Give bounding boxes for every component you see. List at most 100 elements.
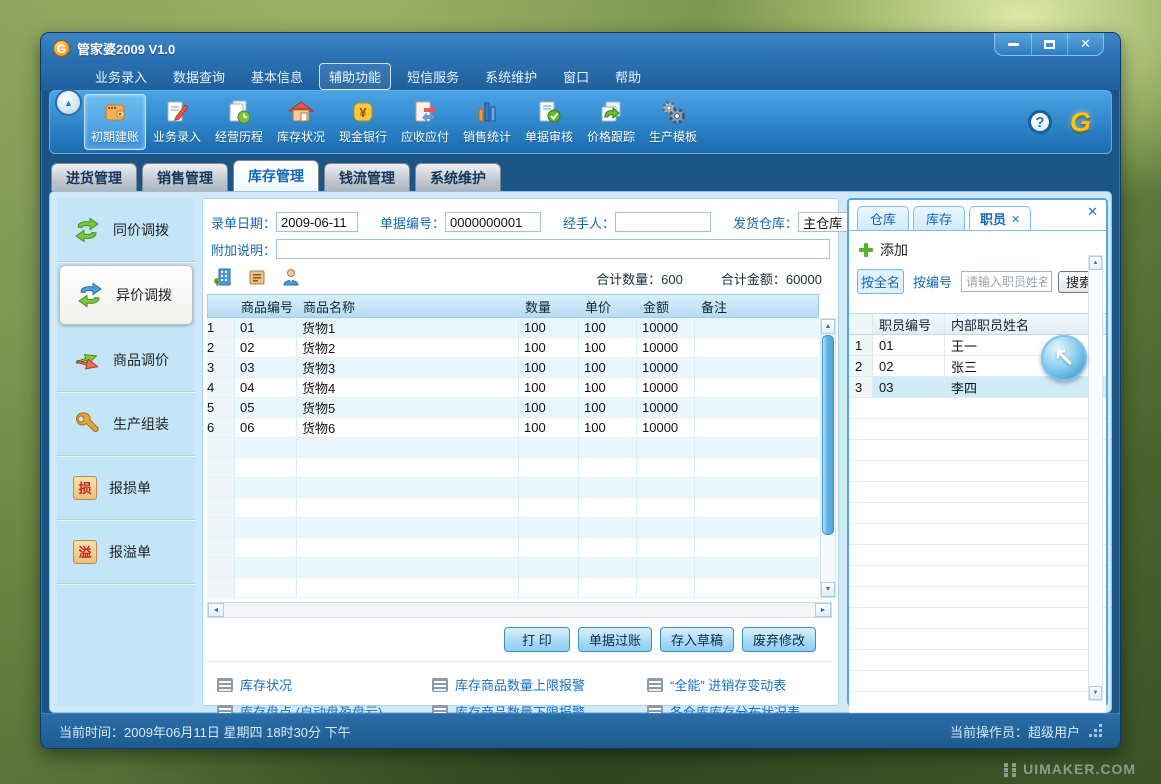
sidebar-item-same-price-transfer[interactable]: 同价调拨 bbox=[57, 198, 195, 262]
sidebar-item-production-assembly[interactable]: 生产组装 bbox=[57, 392, 195, 456]
collapse-toolbar-button[interactable] bbox=[55, 89, 82, 116]
table-row[interactable]: 505货物510010010000 bbox=[207, 398, 819, 418]
vertical-scrollbar[interactable] bbox=[820, 318, 836, 598]
link-omnipotent-report[interactable]: “全能” 进销存变动表 bbox=[647, 675, 830, 694]
employee-scrollbar[interactable] bbox=[1088, 255, 1103, 701]
filter-by-fullname[interactable]: 按全名 bbox=[857, 269, 904, 294]
operator-value: 超级用户 bbox=[1028, 722, 1080, 741]
sidebar-item-diff-price-transfer[interactable]: 异价调拨 bbox=[59, 265, 193, 325]
note-input[interactable] bbox=[276, 239, 830, 259]
tool-cash-bank[interactable]: ¥ 现金银行 bbox=[332, 94, 394, 150]
menu-system-maintenance[interactable]: 系统维护 bbox=[475, 63, 547, 90]
scrollbar-thumb[interactable] bbox=[822, 335, 834, 535]
tab-inventory[interactable]: 库存管理 bbox=[233, 160, 319, 191]
employee-icon[interactable] bbox=[281, 267, 301, 287]
brand-logo-icon: G bbox=[1070, 107, 1091, 138]
sidebar-item-price-adjust[interactable]: 商品调价 bbox=[57, 328, 195, 392]
tab-maintenance[interactable]: 系统维护 bbox=[415, 163, 501, 191]
link-upper-limit-alert[interactable]: 库存商品数量上限报警 bbox=[432, 675, 647, 694]
document-check-icon bbox=[536, 99, 562, 125]
current-time-label: 当前时间： bbox=[59, 725, 124, 740]
price-tracking-icon bbox=[598, 99, 624, 125]
horizontal-scrollbar[interactable] bbox=[207, 602, 832, 618]
tab-sales[interactable]: 销售管理 bbox=[142, 163, 228, 191]
operator-label: 当前操作员： bbox=[950, 722, 1028, 741]
menu-auxiliary[interactable]: 辅助功能 bbox=[319, 63, 391, 90]
sidebar-item-overflow-report[interactable]: 溢 报溢单 bbox=[57, 520, 195, 584]
close-icon bbox=[1080, 35, 1091, 53]
table-row[interactable]: 101货物110010010000 bbox=[207, 318, 819, 338]
tool-sales-statistics[interactable]: 销售统计 bbox=[456, 94, 518, 150]
table-row[interactable]: 303货物310010010000 bbox=[207, 358, 819, 378]
menu-help[interactable]: 帮助 bbox=[605, 63, 651, 90]
loss-box-icon: 损 bbox=[73, 476, 97, 500]
close-button[interactable] bbox=[1067, 33, 1103, 55]
tab-cashflow[interactable]: 钱流管理 bbox=[324, 163, 410, 191]
uimaker-logo-icon bbox=[1004, 763, 1017, 776]
tool-inventory-status[interactable]: 库存状况 bbox=[270, 94, 332, 150]
report-icon bbox=[217, 678, 233, 692]
table-empty-row bbox=[207, 438, 819, 458]
tool-business-history[interactable]: 经营历程 bbox=[208, 94, 270, 150]
post-document-button[interactable]: 单据过账 bbox=[578, 627, 652, 652]
menu-window[interactable]: 窗口 bbox=[553, 63, 599, 90]
save-draft-button[interactable]: 存入草稿 bbox=[660, 627, 734, 652]
resize-grip[interactable] bbox=[1090, 725, 1102, 737]
add-row[interactable]: 添加 bbox=[849, 231, 1106, 267]
col-product-name: 商品名称 bbox=[298, 297, 520, 316]
tool-initial-setup[interactable]: 初期建账 bbox=[84, 94, 146, 150]
scroll-up-icon[interactable] bbox=[1089, 256, 1102, 270]
employee-empty-row bbox=[849, 587, 1106, 608]
help-button[interactable] bbox=[1028, 110, 1052, 134]
tool-document-audit[interactable]: 单据审核 bbox=[518, 94, 580, 150]
title-bar: G 管家婆2009 V1.0 bbox=[41, 33, 1120, 63]
employee-empty-row bbox=[849, 671, 1106, 692]
table-row[interactable]: 606货物610010010000 bbox=[207, 418, 819, 438]
menu-data-query[interactable]: 数据查询 bbox=[163, 63, 235, 90]
table-row[interactable]: 404货物410010010000 bbox=[207, 378, 819, 398]
lookup-body: 添加 按全名 按编号 搜索 职员编号 内部职员姓名 101王一 bbox=[849, 230, 1106, 704]
tab-purchase[interactable]: 进货管理 bbox=[51, 163, 137, 191]
tool-label: 经营历程 bbox=[215, 128, 263, 145]
tool-price-tracking[interactable]: 价格跟踪 bbox=[580, 94, 642, 150]
table-row[interactable]: 202货物210010010000 bbox=[207, 338, 819, 358]
scroll-up-icon[interactable] bbox=[821, 319, 835, 334]
panel-close-icon[interactable] bbox=[1087, 204, 1098, 220]
tab-stock[interactable]: 库存 bbox=[913, 206, 965, 230]
link-inventory-status[interactable]: 库存状况 bbox=[217, 675, 432, 694]
tab-employee[interactable]: 职员 bbox=[969, 206, 1031, 230]
minimize-button[interactable] bbox=[995, 33, 1031, 55]
stock-box-icon[interactable] bbox=[247, 267, 267, 287]
number-input[interactable] bbox=[445, 212, 541, 232]
total-qty: 合计数量：600 bbox=[596, 269, 683, 288]
scroll-down-icon[interactable] bbox=[821, 582, 835, 597]
table-empty-row bbox=[207, 518, 819, 538]
warehouse-building-icon[interactable] bbox=[213, 267, 233, 287]
tool-business-entry[interactable]: 业务录入 bbox=[146, 94, 208, 150]
discard-changes-button[interactable]: 废弃修改 bbox=[742, 627, 816, 652]
scroll-down-icon[interactable] bbox=[1089, 686, 1102, 700]
links-divider bbox=[207, 661, 832, 662]
filter-by-code[interactable]: 按编号 bbox=[910, 270, 955, 293]
wallet-icon bbox=[102, 99, 128, 125]
employee-search-input[interactable] bbox=[961, 271, 1052, 292]
tool-production-template[interactable]: 生产模板 bbox=[642, 94, 704, 150]
employee-empty-row bbox=[849, 482, 1106, 503]
tool-label: 生产模板 bbox=[649, 128, 697, 145]
tab-warehouse[interactable]: 仓库 bbox=[857, 206, 909, 230]
menu-sms[interactable]: 短信服务 bbox=[397, 63, 469, 90]
scroll-right-icon[interactable] bbox=[815, 603, 831, 617]
bar-chart-icon bbox=[474, 99, 500, 125]
tool-receivable-payable[interactable]: 应收应付 bbox=[394, 94, 456, 150]
col-qty: 数量 bbox=[520, 297, 580, 316]
maximize-button[interactable] bbox=[1031, 33, 1067, 55]
menu-basic-info[interactable]: 基本信息 bbox=[241, 63, 313, 90]
print-button[interactable]: 打 印 bbox=[504, 627, 570, 652]
date-input[interactable] bbox=[276, 212, 358, 232]
app-logo-icon: G bbox=[53, 40, 70, 57]
tab-close-icon[interactable] bbox=[1011, 211, 1020, 226]
menu-business-entry[interactable]: 业务录入 bbox=[85, 63, 157, 90]
handler-input[interactable] bbox=[615, 212, 711, 232]
sidebar-item-loss-report[interactable]: 损 报损单 bbox=[57, 456, 195, 520]
scroll-left-icon[interactable] bbox=[208, 603, 224, 617]
